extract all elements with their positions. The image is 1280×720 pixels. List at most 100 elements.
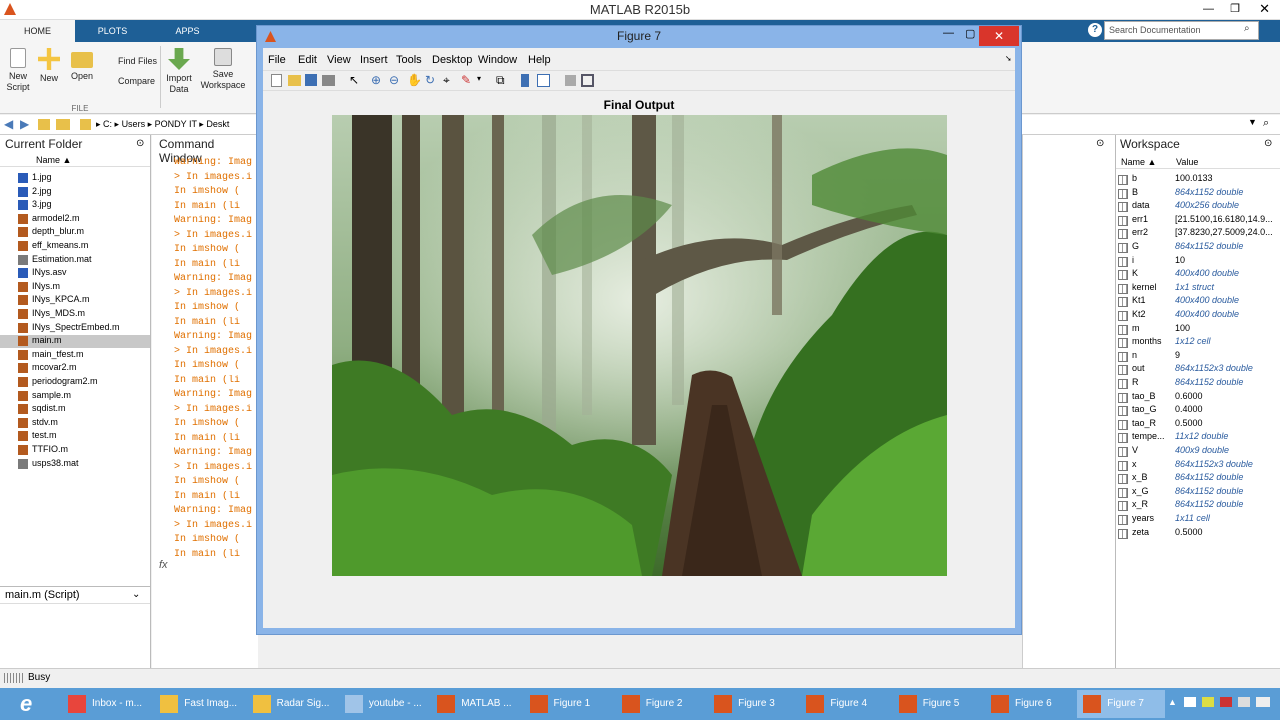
taskbar-button[interactable]: Figure 5 bbox=[893, 690, 981, 718]
file-item[interactable]: INys_SpectrEmbed.m bbox=[18, 322, 148, 335]
file-item[interactable]: 2.jpg bbox=[18, 186, 148, 199]
dock-arrow-icon[interactable]: ➘ bbox=[1005, 54, 1012, 63]
find-files-button[interactable]: Find Files bbox=[102, 56, 158, 67]
link-plot-icon[interactable]: ⧉ bbox=[496, 73, 505, 88]
file-item[interactable]: INys_MDS.m bbox=[18, 308, 148, 321]
menu-desktop[interactable]: Desktop bbox=[432, 54, 472, 66]
taskbar-button[interactable]: Figure 3 bbox=[708, 690, 796, 718]
search-documentation-input[interactable]: Search Documentation bbox=[1104, 21, 1259, 40]
zoom-out-icon[interactable]: ⊖ bbox=[389, 73, 399, 87]
tray-arrow-icon[interactable]: ▲ bbox=[1168, 697, 1177, 707]
workspace-variable-row[interactable]: V 400x9 double bbox=[1118, 445, 1278, 458]
back-arrow-icon[interactable]: ◀ bbox=[4, 117, 13, 131]
taskbar-button[interactable]: Figure 6 bbox=[985, 690, 1073, 718]
file-item[interactable]: 3.jpg bbox=[18, 199, 148, 212]
column-header[interactable]: Name ▲ bbox=[0, 153, 150, 167]
workspace-variable-row[interactable]: out 864x1152x3 double bbox=[1118, 363, 1278, 376]
figure-maximize-icon[interactable]: ▢ bbox=[965, 27, 975, 40]
workspace-variable-row[interactable]: n9 bbox=[1118, 350, 1278, 363]
menu-insert[interactable]: Insert bbox=[360, 54, 388, 66]
zoom-in-icon[interactable]: ⊕ bbox=[371, 73, 381, 87]
new-script-button[interactable]: New Script bbox=[4, 48, 32, 93]
new-figure-icon[interactable] bbox=[271, 74, 282, 87]
workspace-variable-row[interactable]: tao_R 0.5000 bbox=[1118, 418, 1278, 431]
menu-tools[interactable]: Tools bbox=[396, 54, 422, 66]
file-item[interactable]: periodogram2.m bbox=[18, 376, 148, 389]
taskbar-button[interactable]: Figure 2 bbox=[616, 690, 704, 718]
workspace-variable-row[interactable]: zeta 0.5000 bbox=[1118, 527, 1278, 540]
tab-plots[interactable]: PLOTS bbox=[75, 20, 150, 42]
file-item[interactable]: 1.jpg bbox=[18, 172, 148, 185]
search-icon[interactable]: ⌕ bbox=[1244, 23, 1250, 34]
workspace-variable-row[interactable]: m 100 bbox=[1118, 323, 1278, 336]
workspace-variable-row[interactable]: B 864x1152 double bbox=[1118, 187, 1278, 200]
menu-help[interactable]: Help bbox=[528, 54, 551, 66]
rotate-3d-icon[interactable]: ↻ bbox=[425, 73, 435, 87]
file-item[interactable]: stdv.m bbox=[18, 417, 148, 430]
workspace-variable-row[interactable]: x_G 864x1152 double bbox=[1118, 486, 1278, 499]
tray-keyboard-icon[interactable] bbox=[1256, 697, 1270, 707]
new-button[interactable]: New bbox=[36, 48, 62, 84]
file-item[interactable]: mcovar2.m bbox=[18, 362, 148, 375]
details-bar[interactable]: main.m (Script) ⌄ bbox=[0, 586, 150, 604]
show-plot-tools-icon[interactable] bbox=[581, 74, 594, 87]
file-item[interactable]: depth_blur.m bbox=[18, 226, 148, 239]
up-folder-icon[interactable] bbox=[38, 119, 50, 130]
address-dropdown-icon[interactable]: ▼ bbox=[1248, 117, 1257, 127]
workspace-header[interactable]: Name ▲ Value bbox=[1116, 155, 1280, 169]
file-item[interactable]: usps38.mat bbox=[18, 458, 148, 471]
workspace-variable-row[interactable]: x 864x1152x3 double bbox=[1118, 459, 1278, 472]
workspace-variable-row[interactable]: tao_B 0.6000 bbox=[1118, 391, 1278, 404]
command-window[interactable]: Command Window Warning: Imag > In images.… bbox=[152, 135, 258, 668]
workspace-variable-row[interactable]: x_B 864x1152 double bbox=[1118, 472, 1278, 485]
save-figure-icon[interactable] bbox=[305, 74, 317, 86]
workspace-variable-row[interactable]: G 864x1152 double bbox=[1118, 241, 1278, 254]
restore-icon[interactable]: ❐ bbox=[1230, 2, 1240, 15]
hide-plot-tools-icon[interactable] bbox=[565, 75, 576, 86]
taskbar-button[interactable]: Inbox - m... bbox=[62, 690, 150, 718]
workspace-variable-row[interactable]: Kt2 400x400 double bbox=[1118, 309, 1278, 322]
compare-button[interactable]: Compare bbox=[102, 76, 158, 87]
taskbar-button[interactable]: Fast Imag... bbox=[154, 690, 242, 718]
file-item[interactable]: eff_kmeans.m bbox=[18, 240, 148, 253]
panel-options-icon[interactable]: ⊙ bbox=[136, 138, 144, 149]
figure-window[interactable]: Figure 7 — ▢ ✕ File Edit View Insert Tools De… bbox=[256, 25, 1022, 635]
command-window-options-icon[interactable]: ⊙ bbox=[1096, 138, 1104, 149]
workspace-variable-row[interactable]: data 400x256 double bbox=[1118, 200, 1278, 213]
open-button[interactable]: Open bbox=[68, 48, 96, 82]
tray-volume-icon[interactable] bbox=[1238, 697, 1250, 707]
workspace-variable-row[interactable]: b 100.0133 bbox=[1118, 173, 1278, 186]
taskbar-button[interactable]: Figure 1 bbox=[524, 690, 612, 718]
file-item[interactable]: test.m bbox=[18, 430, 148, 443]
import-data-button[interactable]: Import Data bbox=[164, 48, 194, 95]
taskbar-button[interactable]: Radar Sig... bbox=[247, 690, 335, 718]
open-file-icon[interactable] bbox=[288, 75, 301, 86]
tray-flag-icon[interactable] bbox=[1220, 697, 1232, 707]
menu-file[interactable]: File bbox=[268, 54, 286, 66]
file-item[interactable]: main.m bbox=[0, 335, 150, 349]
tray-network-icon[interactable] bbox=[1184, 697, 1196, 707]
forward-arrow-icon[interactable]: ▶ bbox=[20, 117, 29, 131]
print-icon[interactable] bbox=[322, 75, 335, 86]
workspace-options-icon[interactable]: ⊙ bbox=[1264, 138, 1272, 149]
file-item[interactable]: TTFIO.m bbox=[18, 444, 148, 457]
workspace-variable-row[interactable]: K 400x400 double bbox=[1118, 268, 1278, 281]
edit-plot-icon[interactable]: ↖ bbox=[349, 73, 359, 87]
workspace-variable-row[interactable]: years 1x11 cell bbox=[1118, 513, 1278, 526]
tab-apps[interactable]: APPS bbox=[150, 20, 225, 42]
internet-explorer-icon[interactable]: e bbox=[20, 692, 32, 716]
browse-folder-icon[interactable] bbox=[56, 119, 70, 130]
workspace-variable-row[interactable]: x_R 864x1152 double bbox=[1118, 499, 1278, 512]
tab-home[interactable]: HOME bbox=[0, 20, 75, 42]
workspace-variable-row[interactable]: tempe... 11x12 double bbox=[1118, 431, 1278, 444]
file-item[interactable]: sample.m bbox=[18, 390, 148, 403]
colorbar-icon[interactable] bbox=[521, 74, 529, 87]
workspace-variable-row[interactable]: i 10 bbox=[1118, 255, 1278, 268]
taskbar-button[interactable]: youtube - ... bbox=[339, 690, 427, 718]
file-item[interactable]: Estimation.mat bbox=[18, 254, 148, 267]
file-item[interactable]: sqdist.m bbox=[18, 403, 148, 416]
workspace-variable-row[interactable]: err1 [21.5100,16.6180,14.9... bbox=[1118, 214, 1278, 227]
file-item[interactable]: INys_KPCA.m bbox=[18, 294, 148, 307]
legend-icon[interactable] bbox=[537, 74, 550, 87]
figure-minimize-icon[interactable]: — bbox=[943, 27, 954, 39]
